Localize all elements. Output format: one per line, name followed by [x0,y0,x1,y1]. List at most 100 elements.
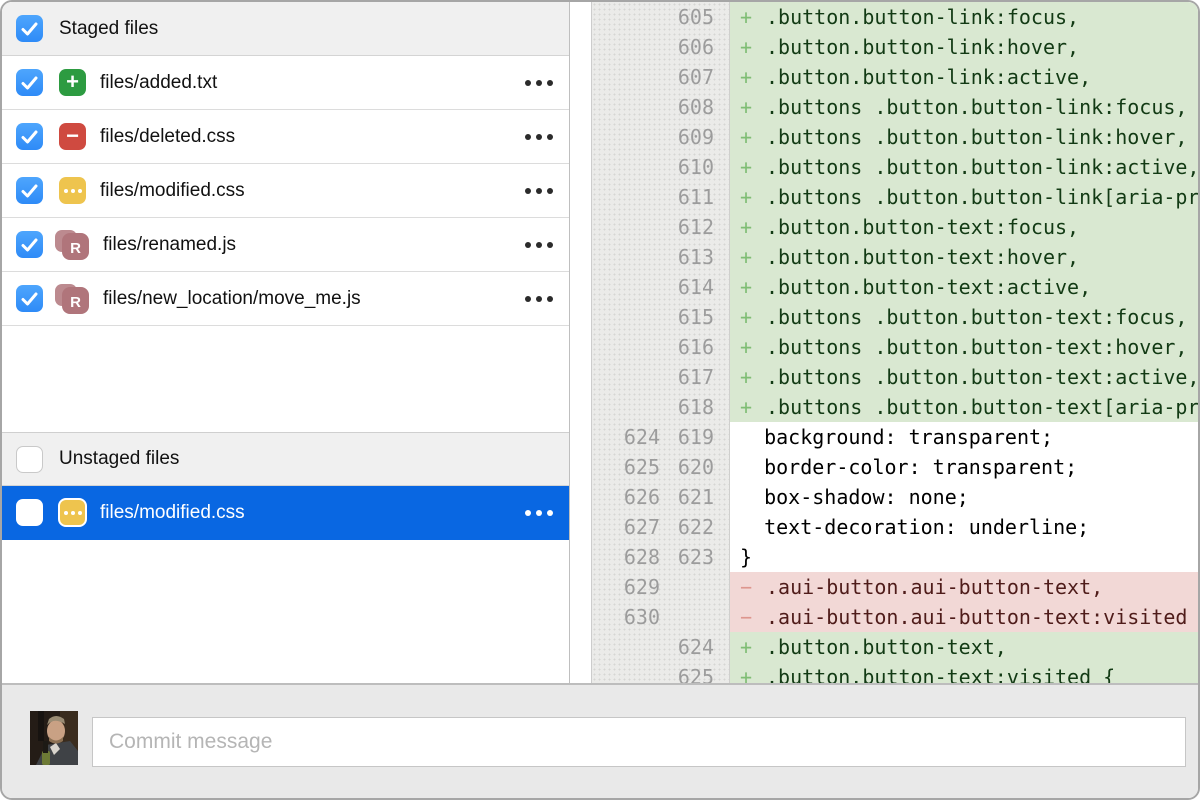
file-checkbox[interactable] [16,285,43,312]
diff-line: 628623} [592,542,1198,572]
diff-line: 629 −.aui-button.aui-button-text, [592,572,1198,602]
old-line-number [592,32,660,62]
diff-line-code: +.buttons .button.button-link[aria-pre [729,182,1198,212]
file-checkbox[interactable] [16,499,43,526]
file-row[interactable]: −files/deleted.css [2,110,569,164]
file-options-menu-icon[interactable] [525,296,553,302]
plus-sign: + [740,332,766,362]
file-options-menu-icon[interactable] [525,510,553,516]
diff-line-code: border-color: transparent; [729,452,1198,482]
diff-line-code: +.button.button-text:active, [729,272,1198,302]
file-checkbox[interactable] [16,231,43,258]
unstaged-files-title: Unstaged files [59,448,179,470]
diff-line-code: +.button.button-link:hover, [729,32,1198,62]
new-line-number: 624 [660,632,714,662]
diff-line-gutter: 606 [592,32,729,62]
new-line-number: 610 [660,152,714,182]
old-line-number: 624 [592,422,660,452]
commit-message-input[interactable] [92,717,1186,767]
file-options-menu-icon[interactable] [525,80,553,86]
new-line-number: 605 [660,2,714,32]
diff-viewer: 605+.button.button-link:focus,606+.butto… [591,2,1198,683]
svg-text:R: R [70,294,81,311]
old-line-number: 629 [592,572,660,602]
diff-line-code: +.button.button-text, [729,632,1198,662]
diff-line-code: +.buttons .button.button-link:focus, [729,92,1198,122]
new-line-number: 619 [660,422,714,452]
plus-sign: + [740,2,766,32]
old-line-number [592,362,660,392]
diff-line: 612+.button.button-text:focus, [592,212,1198,242]
new-line-number: 620 [660,452,714,482]
plus-sign: + [740,392,766,422]
old-line-number: 625 [592,452,660,482]
new-line-number: 613 [660,242,714,272]
diff-line-code: +.buttons .button.button-text[aria-pre [729,392,1198,422]
file-row[interactable]: +files/added.txt [2,56,569,110]
new-line-number: 615 [660,302,714,332]
diff-line: 624619 background: transparent; [592,422,1198,452]
new-line-number: 625 [660,662,714,683]
staged-files-header: Staged files [2,2,569,56]
file-row[interactable]: Rfiles/new_location/move_me.js [2,272,569,326]
diff-line-code: +.button.button-link:focus, [729,2,1198,32]
staged-files-checkbox[interactable] [16,15,43,42]
plus-sign: + [740,272,766,302]
diff-line-gutter: 624 [592,632,729,662]
unstaged-files-header: Unstaged files [2,432,569,486]
diff-line-code: +.buttons .button.button-link:active, [729,152,1198,182]
old-line-number [592,62,660,92]
minus-sign: − [740,572,766,602]
diff-line-gutter: 611 [592,182,729,212]
file-checkbox[interactable] [16,177,43,204]
file-checkbox[interactable] [16,123,43,150]
commit-bar [2,683,1198,798]
old-line-number [592,152,660,182]
diff-line-gutter: 612 [592,212,729,242]
diff-line-code: background: transparent; [729,422,1198,452]
old-line-number [592,242,660,272]
file-checkbox[interactable] [16,69,43,96]
file-row[interactable]: Rfiles/renamed.js [2,218,569,272]
new-line-number: 611 [660,182,714,212]
plus-sign: + [740,182,766,212]
unstaged-files-checkbox[interactable] [16,446,43,473]
diff-line-code: text-decoration: underline; [729,512,1198,542]
check-icon [21,22,38,36]
app-window: Staged files +files/added.txt−files/dele… [0,0,1200,800]
new-line-number: 622 [660,512,714,542]
new-line-number: 607 [660,62,714,92]
diff-line-gutter: 607 [592,62,729,92]
diff-line: 608+.buttons .button.button-link:focus, [592,92,1198,122]
file-options-menu-icon[interactable] [525,242,553,248]
added-status-icon: + [59,69,86,96]
diff-line: 610 +.buttons .button.button-link:active, [592,152,1198,182]
diff-line: 618+.buttons .button.button-text[aria-pr… [592,392,1198,422]
unstaged-file-list: files/modified.css [2,486,569,540]
old-line-number [592,662,660,683]
diff-line-code: −.aui-button.aui-button-text, [729,572,1198,602]
file-options-menu-icon[interactable] [525,134,553,140]
staged-file-list: +files/added.txt−files/deleted.cssfiles/… [2,56,569,326]
old-line-number: 627 [592,512,660,542]
diff-line-code: +.buttons .button.button-text:active, [729,362,1198,392]
user-avatar [30,711,78,765]
svg-text:R: R [70,240,81,257]
file-name: files/renamed.js [103,234,513,256]
diff-line-code: +.button.button-text:hover, [729,242,1198,272]
diff-line-code: box-shadow: none; [729,482,1198,512]
file-options-menu-icon[interactable] [525,188,553,194]
file-row[interactable]: files/modified.css [2,486,569,540]
modified-status-icon [59,177,86,204]
diff-line-code: +.buttons .button.button-text:hover, [729,332,1198,362]
file-row[interactable]: files/modified.css [2,164,569,218]
diff-line-gutter: 625 [592,662,729,683]
plus-sign: + [740,152,766,182]
diff-line-gutter: 615 [592,302,729,332]
diff-line-code: +.button.button-text:visited { [729,662,1198,683]
avatar-photo [30,711,78,765]
plus-sign: + [740,92,766,122]
plus-sign: + [740,32,766,62]
diff-line: 605 +.button.button-link:focus, [592,2,1198,32]
plus-sign: + [740,302,766,332]
